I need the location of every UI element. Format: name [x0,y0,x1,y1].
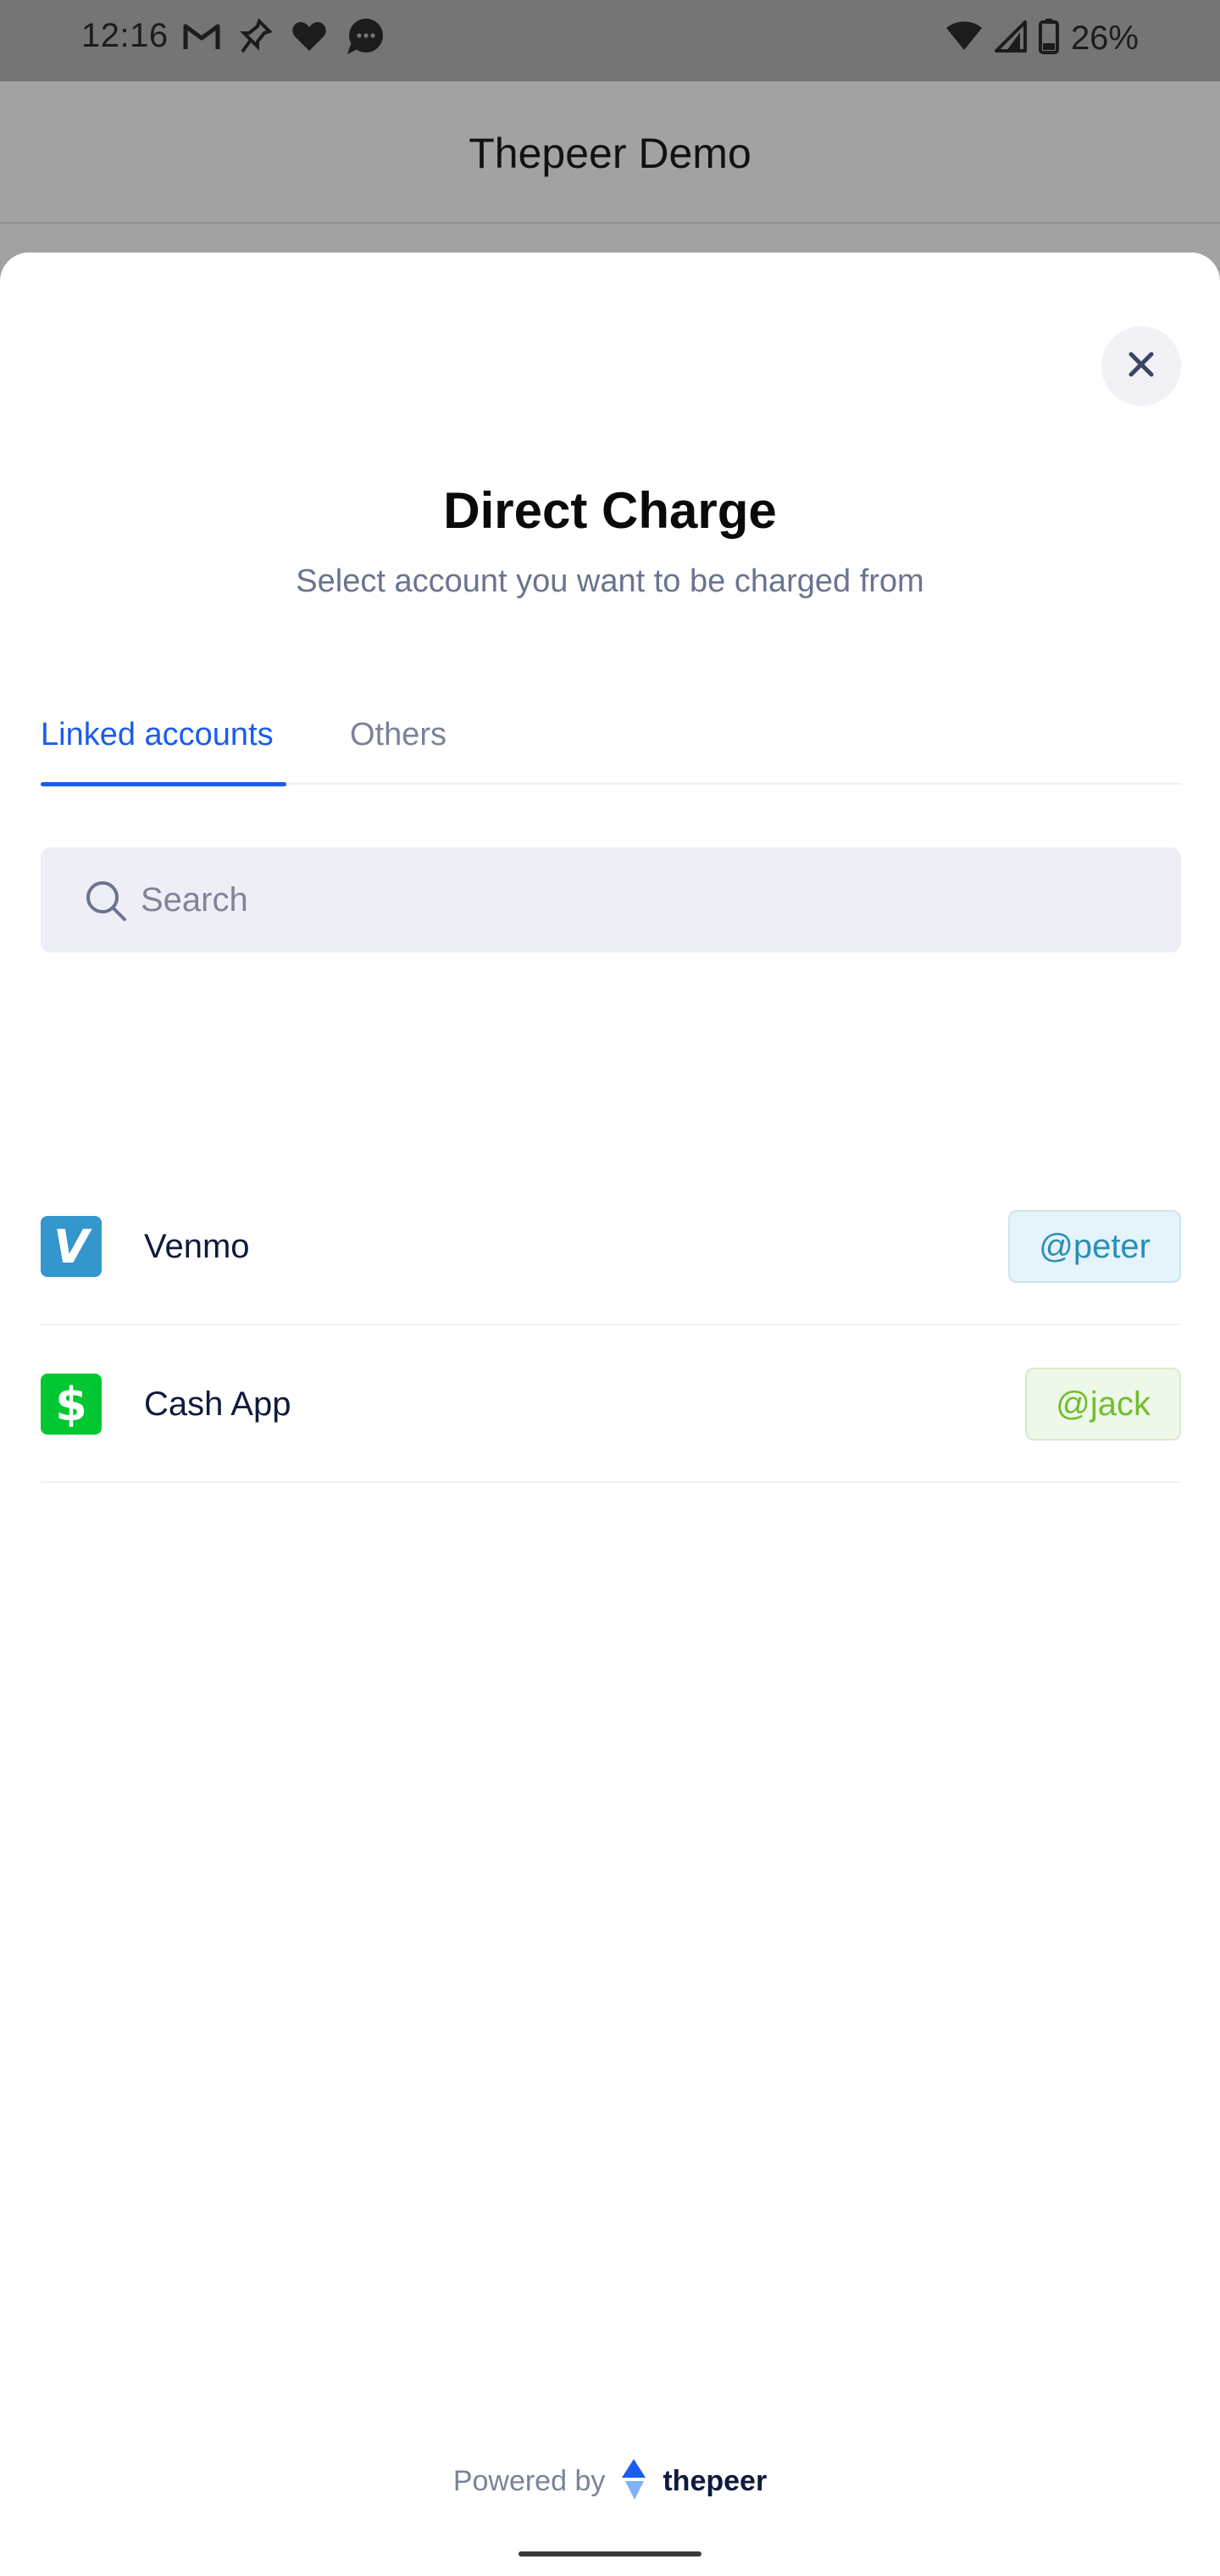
app-title: Thepeer Demo [469,130,751,177]
tab-others[interactable]: Others [350,717,446,785]
venmo-logo-icon: V [41,1216,102,1277]
account-handle-badge: @jack [1025,1368,1181,1441]
status-time: 12:16 [81,17,169,54]
search-input[interactable] [141,847,1149,952]
account-row-cashapp[interactable]: $ Cash App @jack [41,1325,1181,1483]
brand-name: thepeer [663,2464,768,2497]
account-tabs: Linked accounts Others [41,717,1181,786]
powered-by-text: Powered by [452,2464,606,2497]
heart-icon [291,20,327,57]
account-handle-badge: @peter [1008,1210,1181,1283]
battery-icon [1038,18,1059,58]
page-title: Direct Charge [443,482,777,539]
chat-bubble-icon [346,17,385,60]
status-bar: 12:16 26% [0,0,1220,81]
page-subtitle: Select account you want to be charged fr… [296,564,924,599]
cell-signal-icon [994,19,1027,57]
search-icon [85,880,127,922]
account-name: Venmo [144,1228,250,1265]
wifi-icon [946,21,983,56]
account-row-venmo[interactable]: V Venmo @peter [41,1168,1181,1325]
close-icon [1128,351,1155,382]
cashapp-logo-icon: $ [41,1374,102,1435]
close-button[interactable] [1101,326,1181,406]
tab-linked-accounts[interactable]: Linked accounts [41,717,286,786]
notification-icons [183,17,385,59]
system-icons: 26% [946,17,1139,59]
direct-charge-sheet: Direct Charge Select account you want to… [0,253,1220,2576]
thepeer-logo-icon [617,2457,651,2506]
battery-percentage: 26% [1070,19,1139,57]
powered-by-footer: Powered by thepeer [0,2456,1220,2507]
pin-off-icon [239,17,273,59]
account-name: Cash App [144,1385,291,1423]
home-indicator[interactable] [518,2551,702,2557]
search-box[interactable] [41,847,1181,952]
gmail-icon [183,21,220,56]
app-bar: Thepeer Demo [0,81,1220,224]
